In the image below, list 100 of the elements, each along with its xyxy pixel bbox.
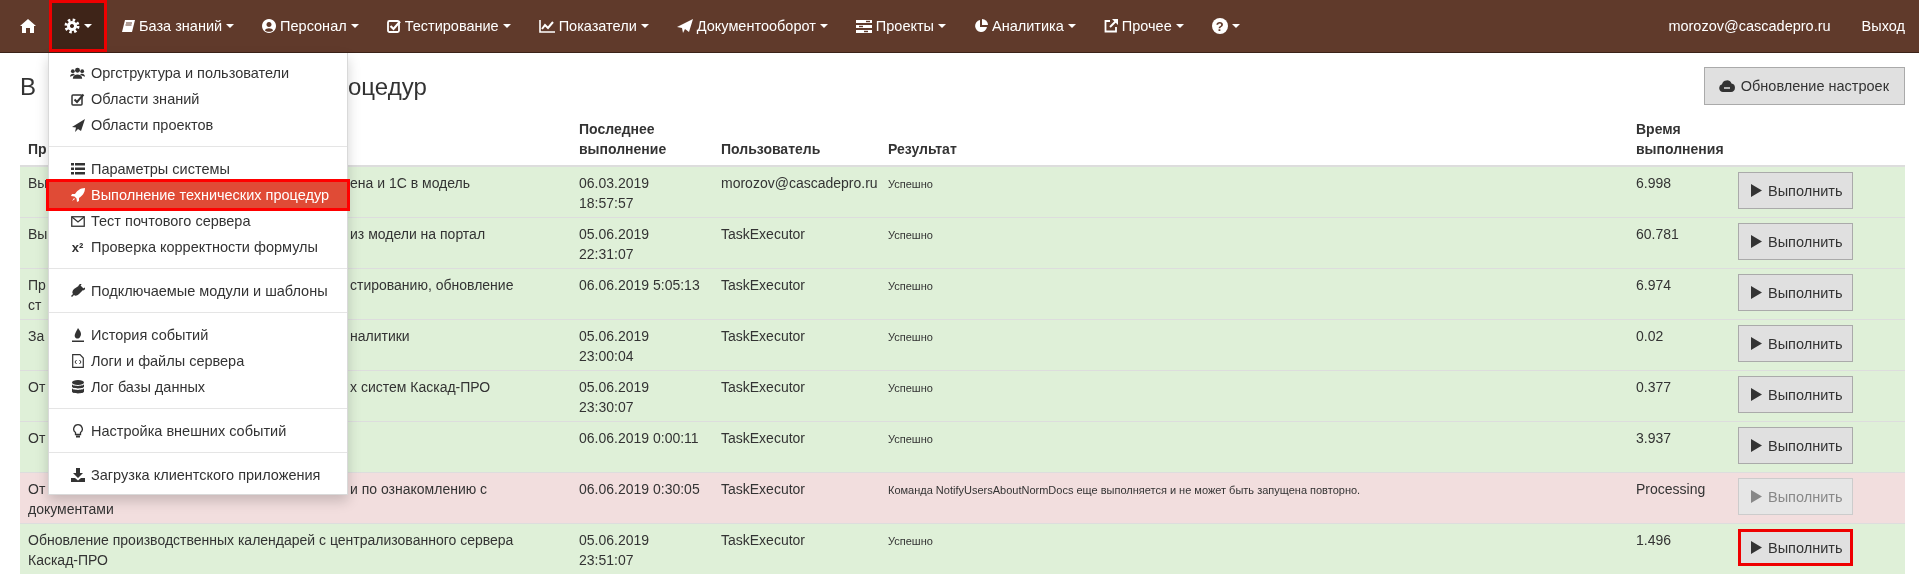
result-text: Успешно [888,331,933,343]
list-icon [70,163,85,175]
run-button[interactable]: Выполнить [1738,427,1853,464]
user-link[interactable]: morozov@cascadepro.ru [1654,0,1845,52]
menu-item[interactable]: Настройка внешних событий [49,418,347,444]
menu-item[interactable]: Области знаний [49,86,347,112]
play-icon [1751,184,1762,197]
result-text: Успешно [888,178,933,190]
duration: 3.937 [1636,430,1672,446]
menu-item[interactable]: Выполнение технических процедур [49,182,347,208]
home-icon [20,19,36,33]
book-icon [121,19,135,33]
last-run-time: 06.03.2019 18:57:57 [579,175,650,211]
last-run-time: 06.06.2019 0:00:11 [579,430,699,446]
procedure-name: От [28,429,46,448]
lightbulb-icon [72,424,83,438]
result-text: Успешно [888,229,933,241]
nav-menu[interactable]: Прочее [1089,0,1198,52]
procedure-name: Пр [28,276,46,295]
gear-icon [64,18,80,34]
menu-item[interactable]: Загрузка клиентского приложения [49,462,347,488]
play-icon [1751,286,1762,299]
menu-item[interactable]: Лог базы данных [49,374,347,400]
nav-menu[interactable]: Показатели [524,0,663,52]
run-button[interactable]: Выполнить [1738,376,1853,413]
download-icon [70,468,85,482]
nav-menu[interactable]: Проекты [841,0,961,52]
procedure-name: Обновление производственных календарей с централизованного сервера Каскад-ПРО [28,532,514,568]
column-header: Результат [888,141,957,157]
user-name: TaskExecutor [721,379,806,395]
play-icon [1751,541,1762,554]
procedure-name: ст [28,296,42,315]
procedure-name: и по ознакомлению с [350,480,488,499]
settings-menu[interactable] [49,0,107,52]
last-run-time: 05.06.2019 22:31:07 [579,226,650,262]
column-header: Пользователь [721,141,821,157]
flame-icon [71,328,84,342]
menu-item[interactable]: Параметры системы [49,156,347,182]
last-run-time: 05.06.2019 23:30:07 [579,379,650,415]
duration: 6.998 [1636,175,1672,191]
user-name: TaskExecutor [721,532,806,548]
help-icon: ? [1211,18,1228,34]
procedure-name: х систем Каскад-ПРО [350,378,491,397]
procedure-name: От [28,378,46,397]
menu-item[interactable]: Области проектов [49,112,347,138]
last-run-time: 05.06.2019 23:00:04 [579,328,650,364]
run-button[interactable]: Выполнить [1738,529,1853,566]
menu-item[interactable]: Оргструктура и пользователи [49,60,347,86]
check-square-icon [386,19,401,33]
nav-menu[interactable]: База знаний [107,0,249,52]
menu-item[interactable]: Тест почтового сервера [49,208,347,234]
procedure-name: ена и 1С в модель [350,174,471,193]
last-run-time: 06.06.2019 5:05:13 [579,277,700,293]
procedure-name: документами [28,500,114,519]
procedure-name: Вы [28,174,48,193]
column-header: Пр [28,141,47,157]
nav-menu[interactable]: Документооборот [662,0,842,52]
database-icon [71,380,84,394]
procedure-name: налитики [350,327,410,346]
update-settings-button[interactable]: Обновление настроек [1703,67,1905,105]
duration: 60.781 [1636,226,1679,242]
menu-item[interactable]: Логи и файлы сервера [49,348,347,374]
user-name: TaskExecutor [721,277,806,293]
nav-menu[interactable]: Персонал [248,0,373,52]
line-chart-icon [538,19,555,33]
nav-menu[interactable]: Аналитика [960,0,1090,52]
procedure-name: стированию, обновление [350,276,514,295]
run-button[interactable]: Выполнить [1738,325,1853,362]
result-text: Команда NotifyUsersAboutNormDocs еще выполняется и не может быть запущена повторно. [888,484,1361,496]
cloud-icon [1718,80,1735,92]
result-text: Успешно [888,382,933,394]
logout-link[interactable]: Выход [1844,0,1919,52]
user-name: TaskExecutor [721,430,806,446]
menu-item[interactable]: Подключаемые модули и шаблоны [49,278,347,304]
user-name: TaskExecutor [721,226,806,242]
play-icon [1751,439,1762,452]
column-header: Время выполнения [1636,121,1724,157]
list-icon [855,19,872,33]
help-menu[interactable]: ? [1197,0,1254,52]
play-icon [1751,490,1762,503]
file-code-icon [71,354,84,368]
plug-icon [70,284,85,298]
column-header: Последнее выполнение [579,121,667,157]
run-button[interactable]: Выполнить [1738,223,1853,260]
superscript-icon: x² [71,239,84,255]
pie-chart-icon [974,19,989,33]
procedure-name: из модели на портал [350,225,486,244]
run-button[interactable]: Выполнить [1738,172,1853,209]
page-title: оцедур [348,72,427,102]
nav-menu[interactable]: Тестирование [372,0,525,52]
duration: Processing [1636,481,1706,497]
menu-item[interactable]: x² Проверка корректности формулы [49,234,347,260]
user-name: TaskExecutor [721,481,806,497]
last-run-time: 06.06.2019 0:30:05 [579,481,700,497]
play-icon [1751,388,1762,401]
run-button[interactable]: Выполнить [1738,274,1853,311]
procedure-name: За [28,327,45,346]
page-title: В [20,72,36,102]
duration: 0.02 [1636,328,1664,344]
menu-item[interactable]: История событий [49,322,347,348]
